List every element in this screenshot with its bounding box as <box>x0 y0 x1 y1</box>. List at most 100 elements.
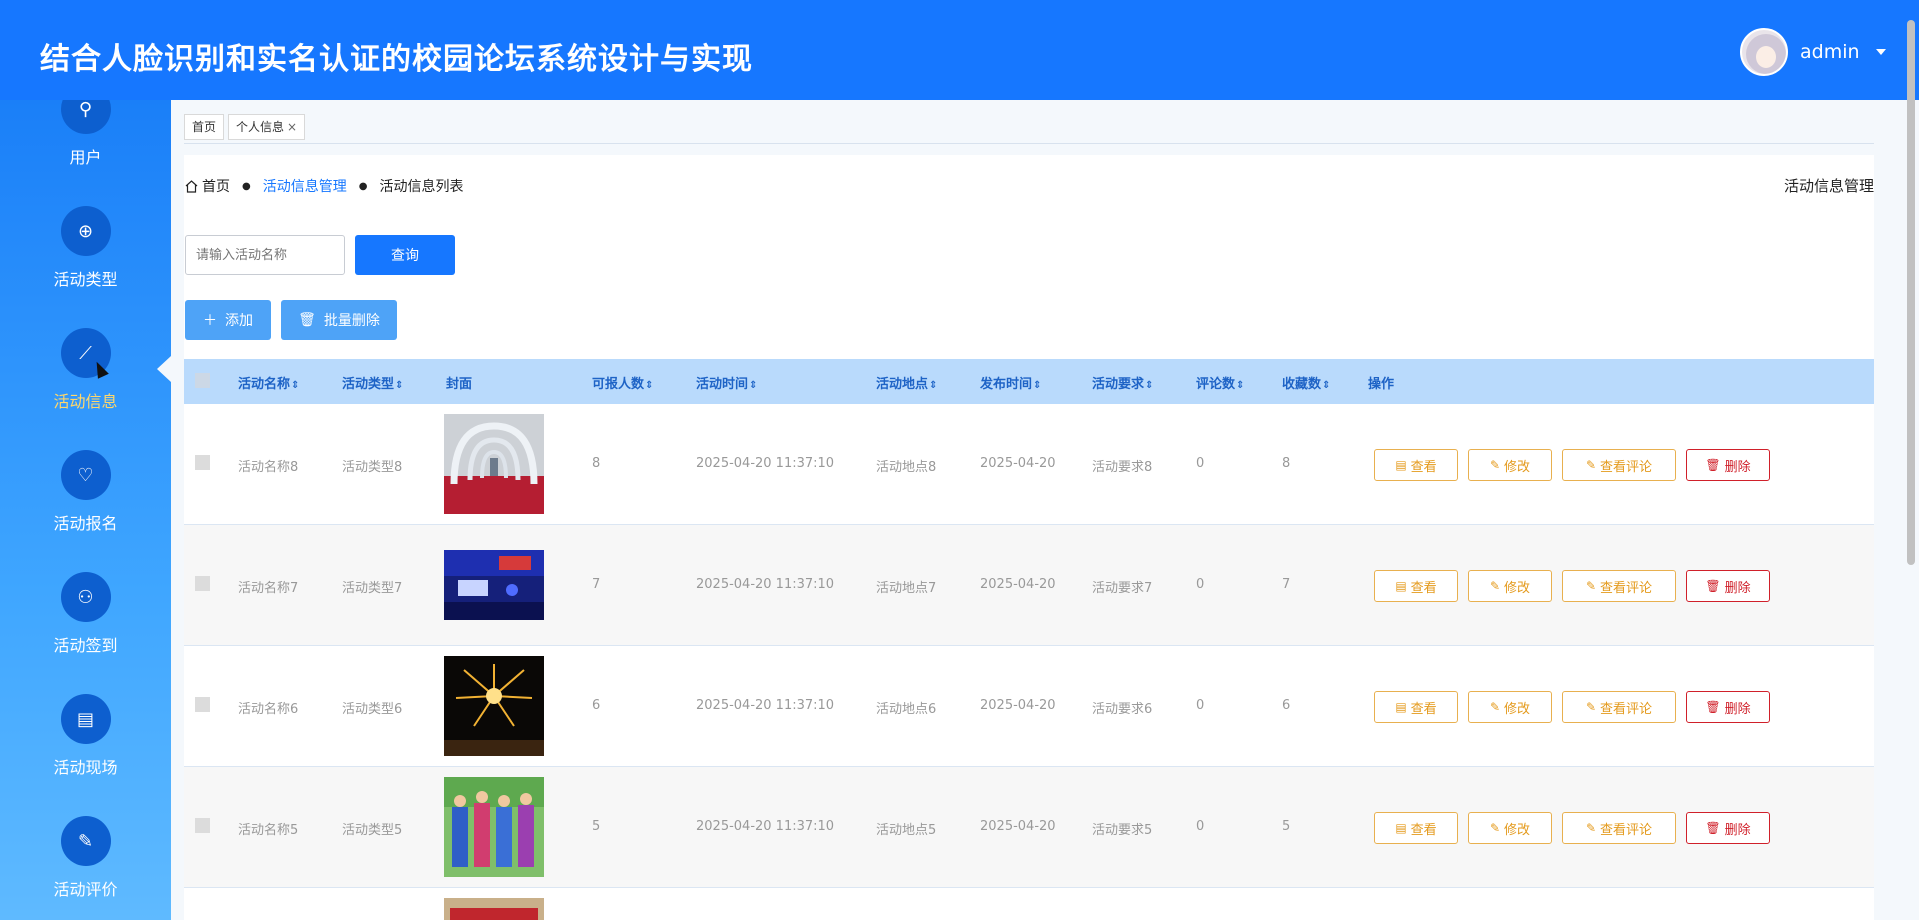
sort-icon[interactable]: ⇕ <box>645 380 653 391</box>
avatar[interactable] <box>1740 28 1788 76</box>
cell-type: 活动类型6 <box>342 702 403 717</box>
table-row: 活动名称8 活动类型8 8 2025-04-20 11:37:10 活动地点8 … <box>184 404 1874 525</box>
add-label: 添加 <box>225 313 253 329</box>
edit-button[interactable]: ✎ 修改 <box>1468 449 1552 481</box>
tab-profile[interactable]: 个人信息 × <box>228 114 306 140</box>
breadcrumb-activity-management[interactable]: 活动信息管理 <box>263 176 347 196</box>
row-checkbox[interactable] <box>195 455 210 470</box>
table-row: 活动名称6 活动类型6 6 2025-04-20 11:37:10 活动地点6 … <box>184 646 1874 767</box>
column-header-time[interactable]: 活动时间⇕ <box>696 373 757 392</box>
sidebar-item-activity-review[interactable]: ✎ 活动评价 <box>0 816 171 900</box>
view-button[interactable]: ▤ 查看 <box>1374 812 1458 844</box>
column-header-place[interactable]: 活动地点⇕ <box>876 373 937 392</box>
cell-type: 活动类型7 <box>342 581 403 596</box>
column-header-publish[interactable]: 发布时间⇕ <box>980 373 1041 392</box>
dancers-image <box>444 777 544 877</box>
sort-icon[interactable]: ⇕ <box>929 380 937 391</box>
cell-comments: 0 <box>1196 456 1205 471</box>
trash-icon: 🗑 <box>1705 458 1721 472</box>
search-button[interactable]: 查询 <box>355 235 455 275</box>
view-comments-button[interactable]: ✎ 查看评论 <box>1562 449 1676 481</box>
cell-place: 活动地点8 <box>876 460 937 475</box>
cover-image[interactable] <box>444 656 544 756</box>
edit-icon: ✎ <box>1585 579 1597 593</box>
sort-icon[interactable]: ⇕ <box>1236 380 1244 391</box>
cell-capacity: 5 <box>592 819 601 834</box>
sidebar-item-activity-type[interactable]: ⊕ 活动类型 <box>0 206 171 290</box>
trash-icon: 🗑 <box>1705 700 1721 714</box>
username[interactable]: admin <box>1800 41 1860 63</box>
breadcrumb-home[interactable]: 首页 <box>202 176 230 196</box>
cover-image[interactable] <box>444 414 544 514</box>
cell-name: 活动名称7 <box>238 581 299 596</box>
table-row <box>184 888 1874 920</box>
user-menu[interactable]: admin <box>1740 28 1886 76</box>
sidebar-item-label: 用户 <box>69 148 102 167</box>
sort-icon[interactable]: ⇕ <box>395 380 403 391</box>
sidebar-item-activity-scene[interactable]: ▤ 活动现场 <box>0 694 171 778</box>
edit-icon: ✎ <box>1585 458 1597 472</box>
sort-icon[interactable]: ⇕ <box>291 380 299 391</box>
sort-icon[interactable]: ⇕ <box>1033 380 1041 391</box>
sidebar-item-activity-info[interactable]: ⟋ 活动信息 <box>0 328 171 412</box>
cell-publish: 2025-04-20 <box>980 819 1056 834</box>
sidebar-item-activity-checkin[interactable]: ⚇ 活动签到 <box>0 572 171 656</box>
table-header: 活动名称⇕ 活动类型⇕ 封面 可报人数⇕ 活动时间⇕ 活动地点⇕ 发布时间⇕ 活… <box>184 359 1874 404</box>
select-all-checkbox[interactable] <box>195 373 210 388</box>
chevron-down-icon[interactable] <box>1875 49 1886 55</box>
edit-button[interactable]: ✎ 修改 <box>1468 812 1552 844</box>
sort-icon[interactable]: ⇕ <box>749 380 757 391</box>
delete-button[interactable]: 🗑 删除 <box>1686 691 1770 723</box>
banner-image <box>444 898 544 920</box>
tab-home[interactable]: 首页 <box>184 114 225 140</box>
view-comments-button[interactable]: ✎ 查看评论 <box>1562 570 1676 602</box>
column-header-capacity[interactable]: 可报人数⇕ <box>592 373 653 392</box>
column-header-requirement[interactable]: 活动要求⇕ <box>1092 373 1153 392</box>
scrollbar[interactable] <box>1907 20 1915 565</box>
add-button[interactable]: ＋ 添加 <box>185 300 271 340</box>
sidebar-item-activity-signup[interactable]: ♡ 活动报名 <box>0 450 171 534</box>
edit-icon: ✎ <box>1489 700 1501 714</box>
view-comments-button[interactable]: ✎ 查看评论 <box>1562 691 1676 723</box>
cell-requirement: 活动要求5 <box>1092 823 1153 838</box>
cell-capacity: 6 <box>592 698 601 713</box>
edit-icon: ✎ <box>1489 821 1501 835</box>
cell-comments: 0 <box>1196 577 1205 592</box>
view-button[interactable]: ▤ 查看 <box>1374 691 1458 723</box>
search-input[interactable] <box>185 235 345 275</box>
delete-button[interactable]: 🗑 删除 <box>1686 812 1770 844</box>
sort-icon[interactable]: ⇕ <box>1145 380 1153 391</box>
sidebar-item-label: 活动签到 <box>53 636 118 655</box>
plus-icon: ＋ <box>203 313 217 329</box>
view-button[interactable]: ▤ 查看 <box>1374 570 1458 602</box>
edit-button[interactable]: ✎ 修改 <box>1468 570 1552 602</box>
sidebar-item-users[interactable]: ⚲ 用户 <box>0 100 171 168</box>
breadcrumb-separator: ● <box>242 180 251 192</box>
batch-delete-button[interactable]: 🗑 批量删除 <box>281 300 397 340</box>
sort-icon[interactable]: ⇕ <box>1322 380 1330 391</box>
edit-button[interactable]: ✎ 修改 <box>1468 691 1552 723</box>
cell-publish: 2025-04-20 <box>980 577 1056 592</box>
cover-image[interactable] <box>444 777 544 877</box>
row-checkbox[interactable] <box>195 576 210 591</box>
cover-image[interactable] <box>444 550 544 620</box>
cover-image[interactable] <box>444 898 544 920</box>
sidebar-item-label: 活动报名 <box>53 514 118 533</box>
column-header-comments[interactable]: 评论数⇕ <box>1196 373 1244 392</box>
delete-button[interactable]: 🗑 删除 <box>1686 449 1770 481</box>
delete-button[interactable]: 🗑 删除 <box>1686 570 1770 602</box>
row-checkbox[interactable] <box>195 697 210 712</box>
row-checkbox[interactable] <box>195 818 210 833</box>
view-button[interactable]: ▤ 查看 <box>1374 449 1458 481</box>
column-header-name[interactable]: 活动名称⇕ <box>238 373 299 392</box>
edit-icon: ✎ <box>1585 821 1597 835</box>
column-header-type[interactable]: 活动类型⇕ <box>342 373 403 392</box>
edit-icon: ✎ <box>1489 579 1501 593</box>
column-header-favorites[interactable]: 收藏数⇕ <box>1282 373 1330 392</box>
close-icon[interactable]: × <box>287 120 297 134</box>
view-comments-button[interactable]: ✎ 查看评论 <box>1562 812 1676 844</box>
cell-capacity: 8 <box>592 456 601 471</box>
search-icon: ⚲ <box>60 100 111 134</box>
breadcrumb-separator: ● <box>358 180 368 192</box>
cell-capacity: 7 <box>592 577 601 592</box>
